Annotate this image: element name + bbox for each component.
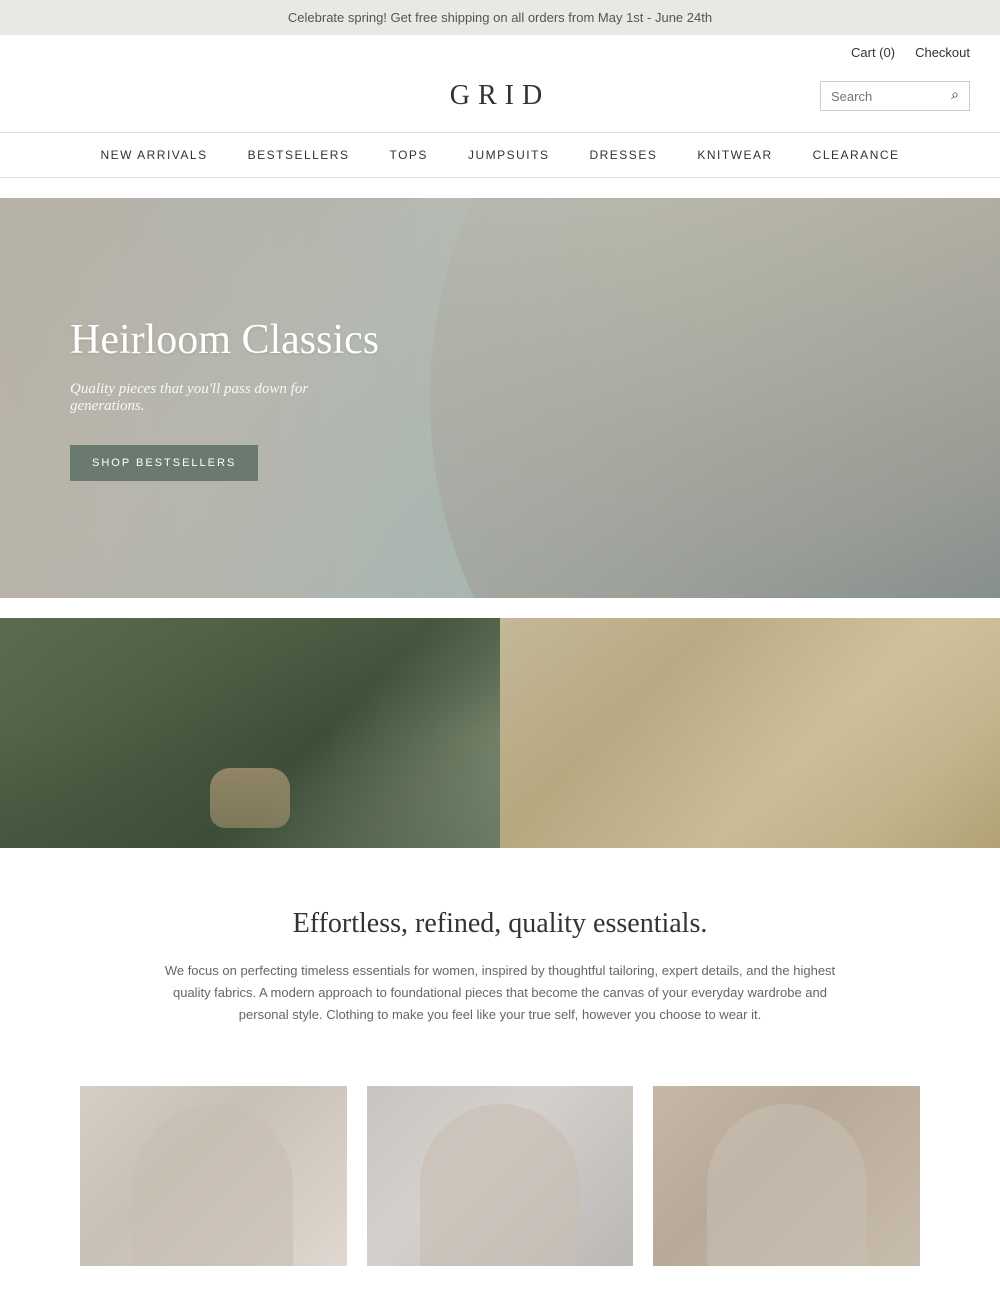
- site-logo: GRID: [450, 80, 550, 112]
- hero-banner: Heirloom Classics Quality pieces that yo…: [0, 198, 1000, 598]
- search-container: ⌕: [820, 81, 970, 111]
- main-nav: NEW ARRIVALS BESTSELLERS TOPS JUMPSUITS …: [0, 132, 1000, 178]
- col-left-image: [0, 618, 500, 848]
- product-card-3[interactable]: [653, 1086, 920, 1266]
- two-col-images: [0, 618, 1000, 848]
- product-image-3: [653, 1086, 920, 1266]
- product-card-1[interactable]: [80, 1086, 347, 1266]
- product-image-2: [367, 1086, 634, 1266]
- nav-item-bestsellers[interactable]: BESTSELLERS: [248, 148, 350, 162]
- product-card-2[interactable]: [367, 1086, 634, 1266]
- announcement-bar: Celebrate spring! Get free shipping on a…: [0, 0, 1000, 35]
- product-grid: [0, 1086, 1000, 1306]
- hero-cta-button[interactable]: SHOP BESTSELLERS: [70, 445, 258, 481]
- checkout-link[interactable]: Checkout: [915, 45, 970, 60]
- brand-heading: Effortless, refined, quality essentials.: [80, 908, 920, 940]
- search-input[interactable]: [831, 89, 951, 104]
- hero-subtitle: Quality pieces that you'll pass down for…: [70, 381, 380, 415]
- product-image-1: [80, 1086, 347, 1266]
- nav-item-new-arrivals[interactable]: NEW ARRIVALS: [100, 148, 207, 162]
- search-icon[interactable]: ⌕: [951, 88, 959, 104]
- hero-title: Heirloom Classics: [70, 315, 380, 365]
- nav-item-clearance[interactable]: CLEARANCE: [813, 148, 900, 162]
- hand-detail: [210, 768, 290, 828]
- nav-item-dresses[interactable]: DRESSES: [589, 148, 657, 162]
- top-nav: Cart (0) Checkout: [0, 35, 1000, 70]
- nav-item-tops[interactable]: TOPS: [389, 148, 427, 162]
- header: GRID ⌕: [0, 70, 1000, 132]
- nav-item-knitwear[interactable]: KNITWEAR: [697, 148, 772, 162]
- announcement-text: Celebrate spring! Get free shipping on a…: [288, 10, 712, 25]
- nav-item-jumpsuits[interactable]: JUMPSUITS: [468, 148, 550, 162]
- col-right-image: [500, 618, 1000, 848]
- cart-link[interactable]: Cart (0): [851, 45, 895, 60]
- brand-statement: Effortless, refined, quality essentials.…: [0, 848, 1000, 1086]
- brand-body: We focus on perfecting timeless essentia…: [150, 960, 850, 1026]
- hero-content: Heirloom Classics Quality pieces that yo…: [0, 255, 450, 540]
